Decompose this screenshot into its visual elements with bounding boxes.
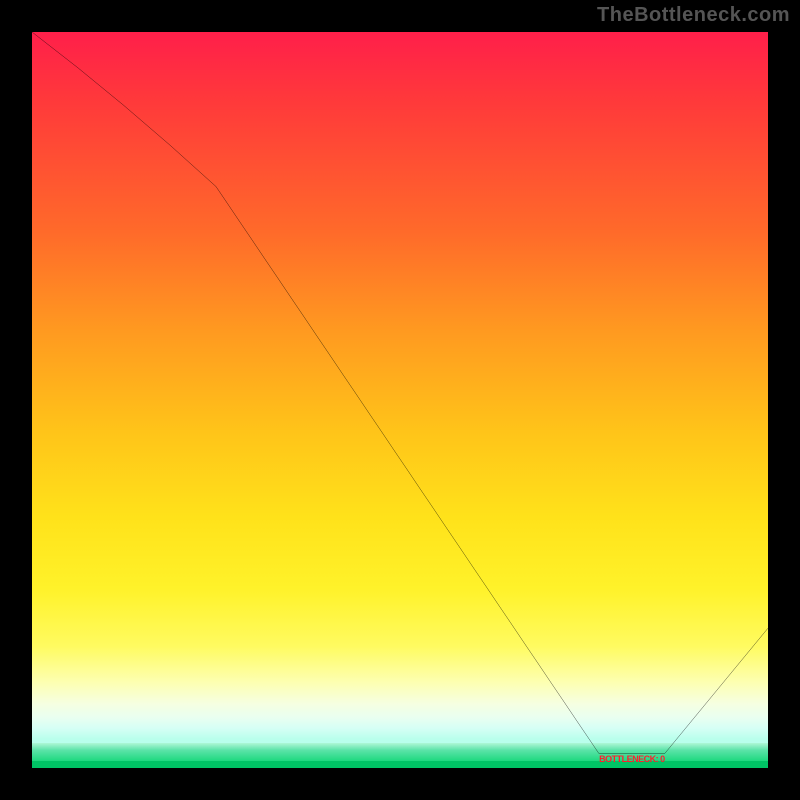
watermark-text: TheBottleneck.com <box>597 4 790 27</box>
curve-path <box>32 32 768 753</box>
plot-frame: BOTTLENECK: 0 <box>30 30 770 770</box>
bottleneck-curve <box>32 32 768 768</box>
chart-stage: TheBottleneck.com BOTTLENECK: 0 <box>0 0 800 800</box>
plot-area: BOTTLENECK: 0 <box>32 32 768 768</box>
